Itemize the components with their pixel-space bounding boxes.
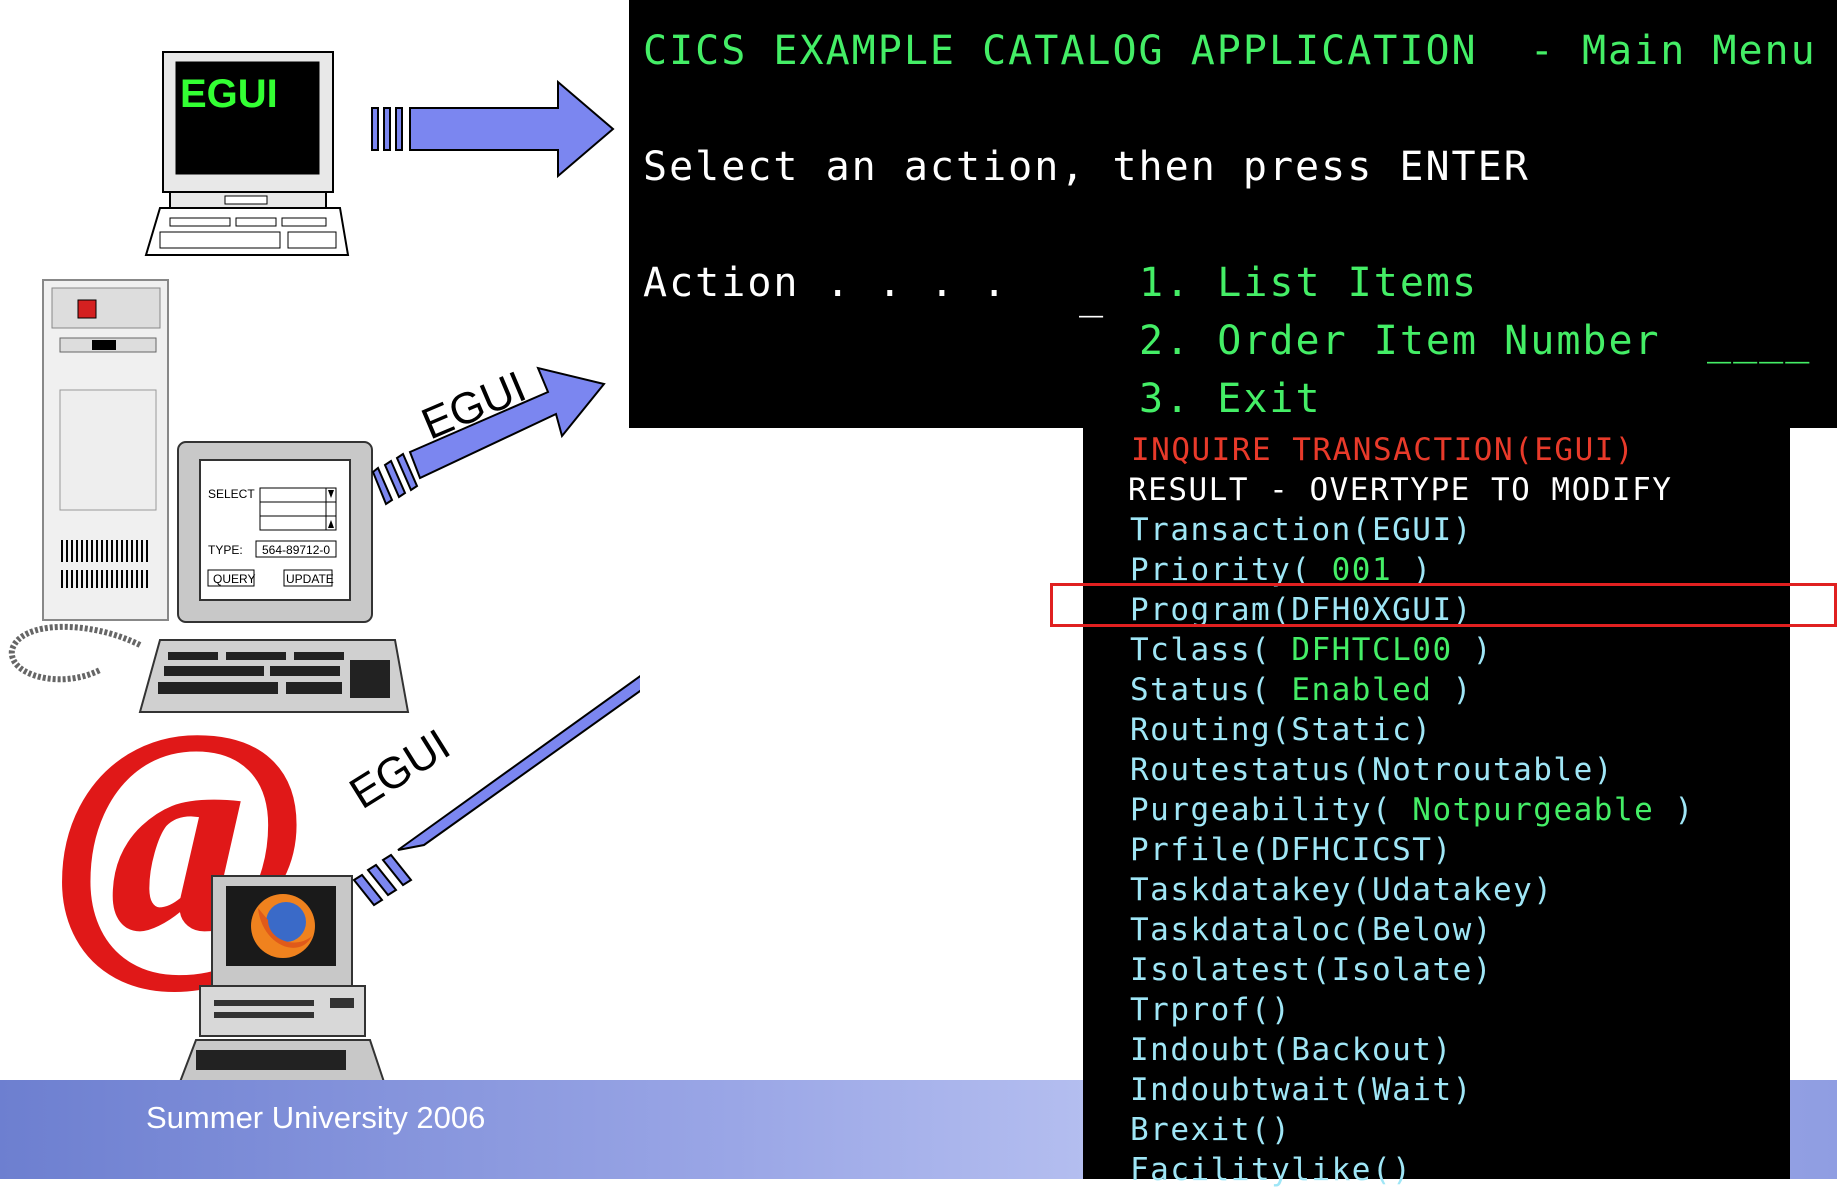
attribute-name: Routing(Static) xyxy=(1130,712,1433,748)
attribute-name: Routestatus(Notroutable) xyxy=(1130,752,1614,788)
form-update-button: UPDATE xyxy=(286,572,334,586)
illustration-layer: @ EGUI EGUI xyxy=(8,51,640,1080)
attribute-name: Transaction(EGUI) xyxy=(1130,512,1473,548)
order-item-input[interactable]: ____ xyxy=(1707,318,1811,364)
menu-option-2[interactable]: 2. Order Item Number xyxy=(1139,318,1661,364)
action-label: Action . . . . xyxy=(643,260,1009,306)
attribute-name: Purgeability( xyxy=(1130,792,1393,828)
form-type-value: 564-89712-0 xyxy=(262,543,331,557)
inquire-command: INQUIRE TRANSACTION(EGUI) xyxy=(1131,432,1636,468)
attribute-name: Tclass( xyxy=(1130,632,1272,668)
form-select-label: SELECT xyxy=(208,487,255,501)
form-type-label: TYPE: xyxy=(208,543,243,557)
menu-option-3[interactable]: 3. Exit xyxy=(1139,376,1322,422)
inquire-screen: INQUIRE TRANSACTION(EGUI) RESULT - OVERT… xyxy=(1083,428,1790,1188)
attribute-line[interactable]: Status( Enabled ) xyxy=(1130,670,1473,710)
attribute-line[interactable]: Indoubtwait(Wait) xyxy=(1130,1070,1473,1110)
terminal-label: EGUI xyxy=(180,72,278,116)
menu-prompt: Select an action, then press ENTER xyxy=(643,144,1530,190)
attribute-line[interactable]: Brexit() xyxy=(1130,1110,1291,1150)
attribute-close: ) xyxy=(1452,672,1473,708)
attribute-line[interactable]: Routing(Static) xyxy=(1130,710,1432,750)
attribute-line[interactable]: Trprof() xyxy=(1130,990,1291,1030)
attribute-name: Prfile(DFHCICST) xyxy=(1130,832,1453,868)
program-highlight-box xyxy=(1050,583,1837,627)
menu-title: CICS EXAMPLE CATALOG APPLICATION - Main … xyxy=(643,28,1817,74)
attribute-line[interactable]: Taskdatakey(Udatakey) xyxy=(1130,870,1553,910)
attribute-value[interactable]: DFHTCL00 xyxy=(1271,632,1473,668)
attribute-name: Isolatest(Isolate) xyxy=(1130,952,1493,988)
attribute-close: ) xyxy=(1674,792,1695,828)
attribute-name: Indoubt(Backout) xyxy=(1130,1032,1453,1068)
attribute-name: Trprof() xyxy=(1130,992,1292,1028)
action-input[interactable]: _ xyxy=(1079,272,1105,318)
attribute-name: Brexit() xyxy=(1130,1112,1292,1148)
attribute-line[interactable]: Tclass( DFHTCL00 ) xyxy=(1130,630,1493,670)
attribute-close: ) xyxy=(1472,632,1493,668)
footer-text: Summer University 2006 xyxy=(146,1100,486,1135)
attribute-line[interactable]: Prfile(DFHCICST) xyxy=(1130,830,1453,870)
main-menu-screen: CICS EXAMPLE CATALOG APPLICATION - Main … xyxy=(629,0,1837,428)
result-header: RESULT - OVERTYPE TO MODIFY xyxy=(1128,472,1673,508)
attribute-line[interactable]: Facilitylike() xyxy=(1130,1150,1412,1190)
attribute-value[interactable]: Notpurgeable xyxy=(1392,792,1674,828)
attribute-name: Indoubtwait(Wait) xyxy=(1130,1072,1473,1108)
attribute-name: Facilitylike() xyxy=(1130,1152,1413,1188)
form-query-button: QUERY xyxy=(213,572,256,586)
attribute-value[interactable]: Enabled xyxy=(1271,672,1452,708)
attribute-name: Taskdataloc(Below) xyxy=(1130,912,1493,948)
attribute-line[interactable]: Purgeability( Notpurgeable ) xyxy=(1130,790,1695,830)
attribute-line[interactable]: Taskdataloc(Below) xyxy=(1130,910,1493,950)
attribute-line[interactable]: Transaction(EGUI) xyxy=(1130,510,1473,550)
attribute-name: Taskdatakey(Udatakey) xyxy=(1130,872,1554,908)
attribute-line[interactable]: Isolatest(Isolate) xyxy=(1130,950,1493,990)
attribute-line[interactable]: Indoubt(Backout) xyxy=(1130,1030,1453,1070)
web-terminal-illustration: @ xyxy=(55,668,385,1080)
arrow-top xyxy=(371,79,615,179)
arrow-label-bottom: EGUI xyxy=(341,720,458,819)
menu-option-1[interactable]: 1. List Items xyxy=(1139,260,1478,306)
attribute-line[interactable]: Routestatus(Notroutable) xyxy=(1130,750,1614,790)
arrow-bottom xyxy=(352,674,640,907)
attribute-name: Status( xyxy=(1130,672,1272,708)
